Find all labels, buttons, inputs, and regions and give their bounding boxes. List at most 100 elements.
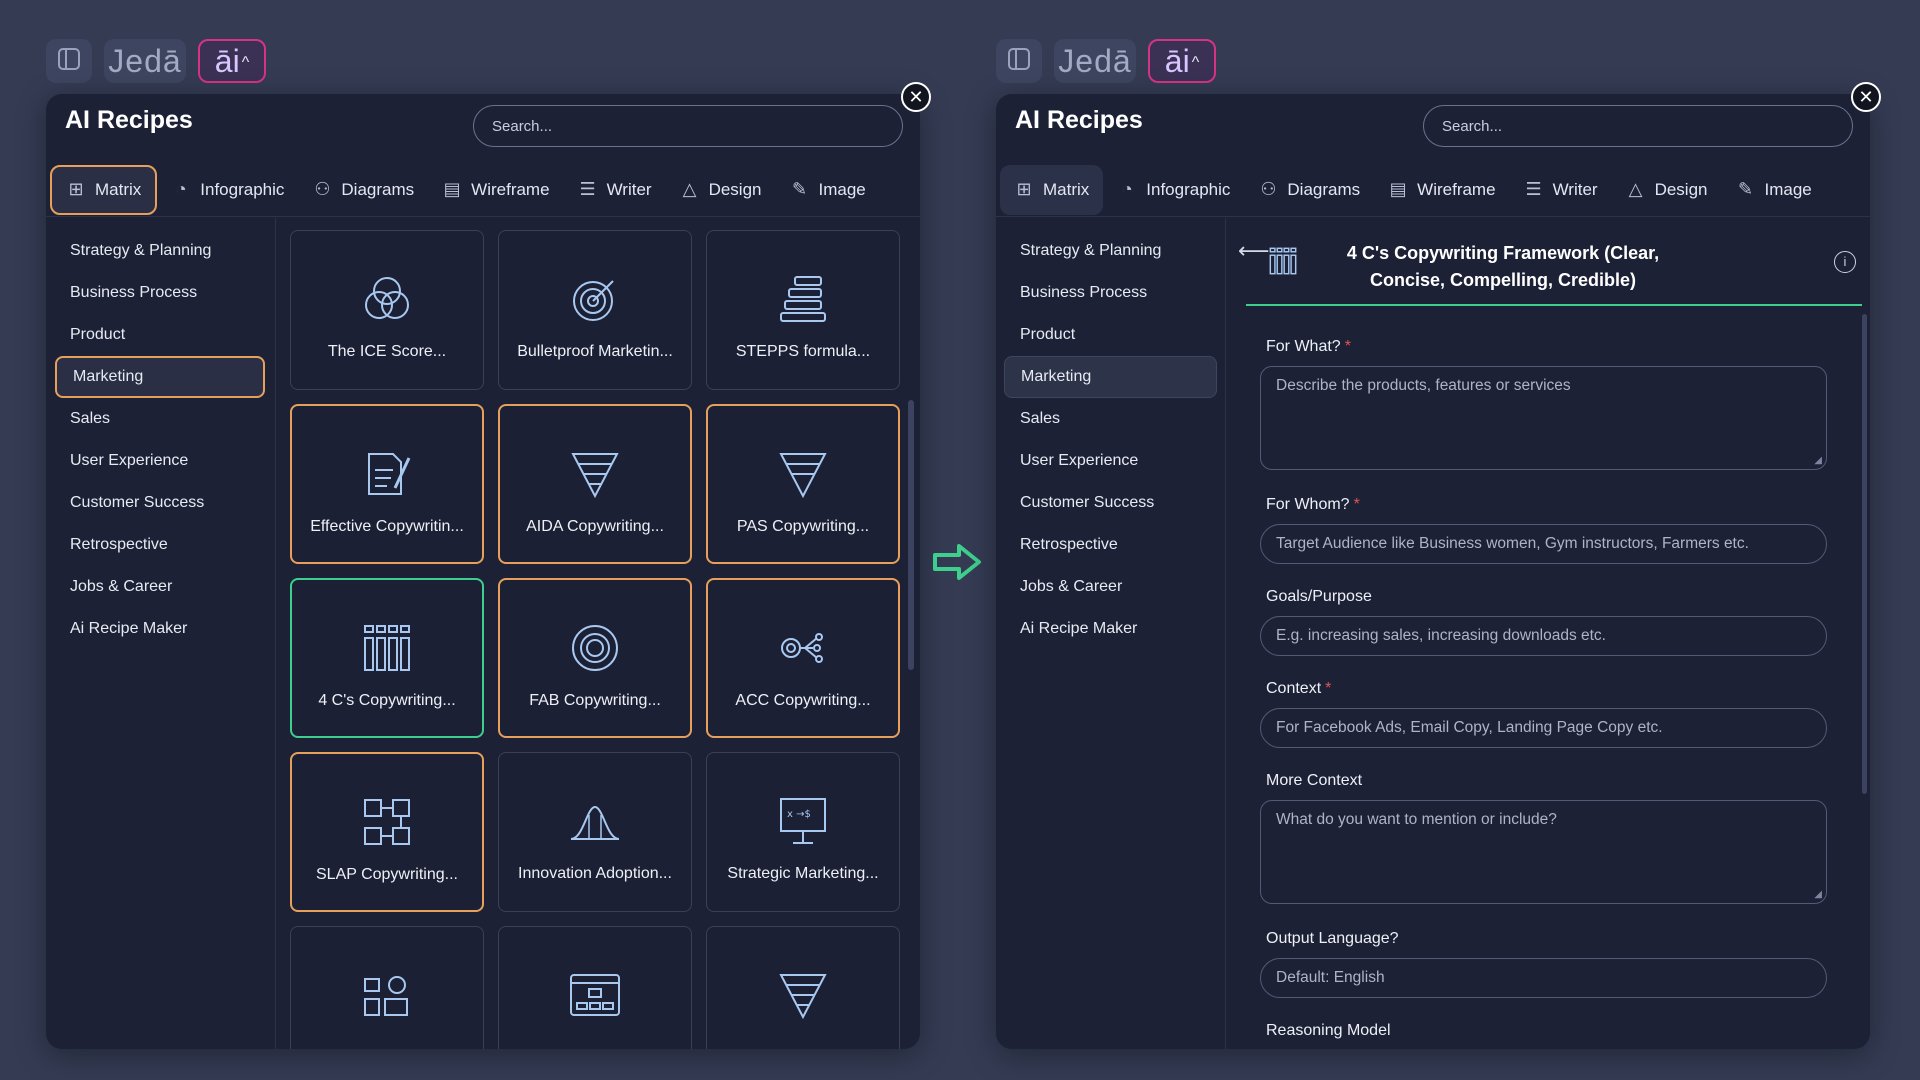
recipe-card-aida[interactable]: AIDA Copywriting... [498, 404, 692, 564]
columns-icon [361, 622, 413, 678]
sidebar-item-product[interactable]: Product [1004, 314, 1217, 356]
close-button[interactable]: ✕ [901, 82, 931, 112]
sidebar-item-product[interactable]: Product [54, 314, 267, 356]
tab-writer[interactable]: ☰ Writer [564, 165, 666, 215]
resize-handle-icon[interactable]: ◢ [1814, 889, 1822, 900]
category-tabs: ⊞ Matrix ◔ Infographic ⚇ Diagrams ▤ Wirefram… [46, 163, 920, 217]
title-divider [1246, 304, 1862, 306]
category-sidebar: Strategy & Planning Business Process Pro… [46, 218, 276, 1049]
recipe-card-pas[interactable]: PAS Copywriting... [706, 404, 900, 564]
search-input[interactable] [1423, 105, 1853, 147]
svg-text:x →$: x →$ [787, 809, 811, 820]
required-marker: * [1344, 338, 1351, 355]
sidebar-item-user-experience[interactable]: User Experience [54, 440, 267, 482]
panel-title: AI Recipes [65, 106, 193, 134]
sidebar-item-customer-success[interactable]: Customer Success [1004, 482, 1217, 524]
sidebar-item-marketing[interactable]: Marketing [1004, 356, 1217, 398]
tab-diagrams[interactable]: ⚇ Diagrams [298, 165, 428, 215]
goals-input[interactable]: E.g. increasing sales, increasing downlo… [1260, 616, 1827, 656]
sidebar-item-sales[interactable]: Sales [54, 398, 267, 440]
venn-icon [361, 273, 413, 329]
tab-label: Writer [606, 179, 652, 199]
funnel-icon [569, 448, 621, 504]
recipe-card-fab[interactable]: FAB Copywriting... [498, 578, 692, 738]
output-language-input[interactable]: Default: English [1260, 958, 1827, 998]
media-icon [361, 969, 413, 1025]
tab-wireframe[interactable]: ▤ Wireframe [428, 165, 563, 215]
diagrams-icon: ⚇ [314, 179, 331, 199]
field-label-for-whom: For Whom? * [1266, 496, 1360, 514]
tab-wireframe[interactable]: ▤ Wireframe [1374, 165, 1509, 215]
tab-writer[interactable]: ☰ Writer [1510, 165, 1612, 215]
jeda-logo[interactable]: Jedā [104, 39, 186, 83]
card-label: PAS Copywriting... [736, 518, 870, 535]
tab-matrix[interactable]: ⊞ Matrix [1000, 164, 1104, 215]
tab-label: Wireframe [1417, 179, 1496, 199]
info-icon[interactable]: i [1834, 251, 1856, 273]
back-arrow-icon[interactable]: ⟵ [1238, 238, 1270, 264]
recipe-card-ice-score[interactable]: The ICE Score... [290, 230, 484, 390]
search-input[interactable] [473, 105, 903, 147]
recipe-card[interactable] [290, 926, 484, 1049]
sidebar-item-jobs-career[interactable]: Jobs & Career [54, 566, 267, 608]
wireframe-icon: ▤ [1389, 179, 1407, 199]
sidebar-item-marketing[interactable]: Marketing [55, 356, 265, 398]
for-what-textarea[interactable]: Describe the products, features or servi… [1260, 366, 1827, 470]
recipe-card-slap[interactable]: SLAP Copywriting... [290, 752, 484, 912]
recipe-card-acc[interactable]: ACC Copywriting... [706, 578, 900, 738]
ai-menu-button[interactable]: āi ^ [198, 39, 266, 83]
tab-infographic[interactable]: ◔ Infographic [1103, 165, 1244, 215]
recipe-card-effective-copywriting[interactable]: Effective Copywritin... [290, 404, 484, 564]
document-pen-icon [361, 448, 413, 504]
tab-matrix[interactable]: ⊞ Matrix [50, 164, 158, 215]
jeda-logo[interactable]: Jedā [1054, 39, 1136, 83]
field-label-for-what: For What? * [1266, 338, 1351, 356]
tab-diagrams[interactable]: ⚇ Diagrams [1244, 165, 1374, 215]
tab-infographic[interactable]: ◔ Infographic [157, 165, 298, 215]
sidebar-toggle-button[interactable] [996, 39, 1042, 83]
more-context-textarea[interactable]: What do you want to mention or include? ◢ [1260, 800, 1827, 904]
sidebar-toggle-button[interactable] [46, 39, 92, 83]
infographic-icon: ◔ [1121, 179, 1133, 199]
sidebar-item-strategy-planning[interactable]: Strategy & Planning [1004, 230, 1217, 272]
recipe-card-4cs[interactable]: 4 C's Copywriting... [290, 578, 484, 738]
recipe-card[interactable] [498, 926, 692, 1049]
columns-icon [1268, 246, 1298, 282]
sidebar-item-customer-success[interactable]: Customer Success [54, 482, 267, 524]
tab-image[interactable]: ✎ Image [1722, 165, 1826, 215]
recipe-card-bulletproof[interactable]: Bulletproof Marketin... [498, 230, 692, 390]
card-label: ACC Copywriting... [735, 692, 871, 709]
grid-scrollbar[interactable] [908, 400, 914, 670]
sidebar-item-ai-recipe-maker[interactable]: Ai Recipe Maker [54, 608, 267, 650]
sidebar-icon [1006, 46, 1032, 77]
sidebar-item-retrospective[interactable]: Retrospective [54, 524, 267, 566]
label-text: Reasoning Model [1266, 1022, 1391, 1039]
sidebar-item-jobs-career[interactable]: Jobs & Career [1004, 566, 1217, 608]
recipe-card-stepps[interactable]: STEPPS formula... [706, 230, 900, 390]
sidebar-item-business-process[interactable]: Business Process [1004, 272, 1217, 314]
design-icon: △ [682, 179, 697, 199]
recipe-card[interactable] [706, 926, 900, 1049]
sidebar-item-sales[interactable]: Sales [1004, 398, 1217, 440]
tab-design[interactable]: △ Design [1612, 165, 1722, 215]
sidebar-item-user-experience[interactable]: User Experience [1004, 440, 1217, 482]
resize-handle-icon[interactable]: ◢ [1814, 455, 1822, 466]
stack-icon [777, 273, 829, 329]
sidebar-item-ai-recipe-maker[interactable]: Ai Recipe Maker [1004, 608, 1217, 650]
sidebar-item-retrospective[interactable]: Retrospective [1004, 524, 1217, 566]
network-icon [777, 622, 829, 678]
sidebar-item-business-process[interactable]: Business Process [54, 272, 267, 314]
bell-curve-icon [569, 795, 621, 851]
tab-design[interactable]: △ Design [666, 165, 776, 215]
for-whom-input[interactable]: Target Audience like Business women, Gym… [1260, 524, 1827, 564]
form-scrollbar[interactable] [1862, 314, 1867, 794]
close-button[interactable]: ✕ [1851, 82, 1881, 112]
sidebar-item-strategy-planning[interactable]: Strategy & Planning [54, 230, 267, 272]
recipe-card-innovation-adoption[interactable]: Innovation Adoption... [498, 752, 692, 912]
ai-menu-button[interactable]: āi ^ [1148, 39, 1216, 83]
tab-image[interactable]: ✎ Image [776, 165, 880, 215]
card-label: The ICE Score... [327, 343, 447, 360]
recipe-card-strategic-marketing[interactable]: x →$ Strategic Marketing... [706, 752, 900, 912]
tab-label: Design [708, 179, 762, 199]
context-input[interactable]: For Facebook Ads, Email Copy, Landing Pa… [1260, 708, 1827, 748]
